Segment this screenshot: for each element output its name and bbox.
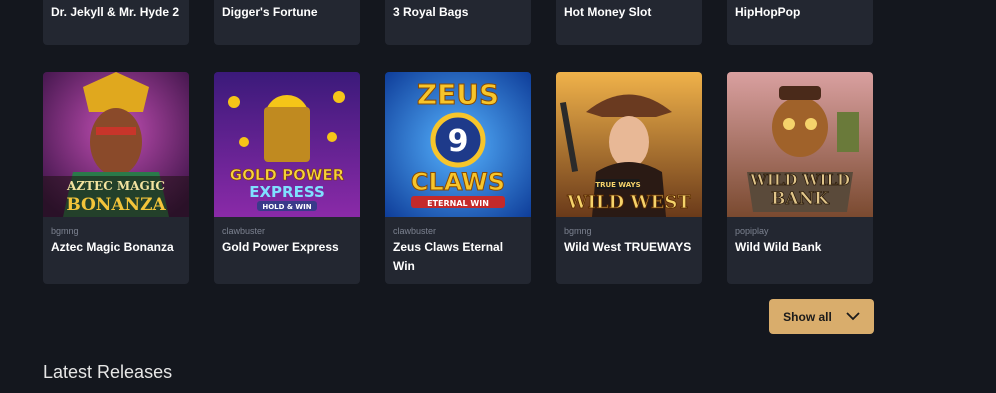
game-title: Gold Power Express bbox=[222, 240, 339, 254]
art-text: ETERNAL WIN bbox=[427, 199, 489, 208]
game-title: Dr. Jekyll & Mr. Hyde 2 bbox=[51, 5, 180, 19]
game-title: Digger's Fortune bbox=[222, 5, 318, 19]
game-card-aztec-magic-bonanza[interactable]: AZTEC MAGIC BONANZA bgmng Aztec Magic Bo… bbox=[43, 72, 189, 284]
provider-label: bgmng bbox=[51, 226, 79, 236]
game-card[interactable]: Dr. Jekyll & Mr. Hyde 2 bbox=[43, 0, 189, 45]
section-title-latest-releases: Latest Releases bbox=[43, 362, 173, 382]
show-all-button[interactable]: Show all bbox=[769, 299, 874, 334]
game-card-zeus-claws-eternal-win[interactable]: ZEUS 9 CLAWS ETERNAL WIN clawbuster Zeus… bbox=[385, 72, 531, 284]
art-text: GOLD POWER bbox=[230, 166, 345, 184]
game-card[interactable]: HipHopPop bbox=[727, 0, 873, 45]
game-title: 3 Royal Bags bbox=[393, 5, 469, 19]
art-text: WILD WILD bbox=[749, 171, 850, 189]
game-thumbnail[interactable]: WILD WILD BANK bbox=[727, 72, 873, 217]
art-text: BANK bbox=[771, 189, 830, 209]
chevron-down-icon bbox=[846, 310, 860, 324]
game-title: Wild West TRUEWAYS bbox=[564, 240, 692, 254]
art-text: 9 bbox=[448, 124, 469, 159]
provider-label: bgmng bbox=[564, 226, 592, 236]
show-all-label: Show all bbox=[783, 309, 832, 324]
game-thumbnail[interactable]: AZTEC MAGIC BONANZA bbox=[43, 72, 189, 217]
game-card[interactable]: Hot Money Slot bbox=[556, 0, 702, 45]
art-text: HOLD & WIN bbox=[262, 203, 311, 211]
game-row-top: Dr. Jekyll & Mr. Hyde 2 Digger's Fortune… bbox=[43, 0, 873, 45]
game-title: Zeus Claws Eternal Win bbox=[393, 240, 504, 273]
game-thumbnail[interactable]: GOLD POWER EXPRESS HOLD & WIN bbox=[214, 72, 360, 217]
art-text: ZEUS bbox=[417, 78, 499, 111]
art-text: EXPRESS bbox=[249, 183, 325, 201]
game-card-wild-west-trueways[interactable]: TRUE WAYS WILD WEST bgmng Wild West TRUE… bbox=[556, 72, 702, 284]
art-text: CLAWS bbox=[411, 168, 505, 196]
art-text: WILD WEST bbox=[566, 192, 691, 213]
art-text: TRUE WAYS bbox=[595, 181, 640, 189]
game-title: Hot Money Slot bbox=[564, 5, 652, 19]
game-thumbnail[interactable]: ZEUS 9 CLAWS ETERNAL WIN bbox=[385, 72, 531, 217]
game-title: Wild Wild Bank bbox=[735, 240, 822, 254]
art-text: BONANZA bbox=[66, 195, 166, 215]
game-thumbnail[interactable]: TRUE WAYS WILD WEST bbox=[556, 72, 702, 217]
provider-label: clawbuster bbox=[222, 226, 266, 236]
game-title: HipHopPop bbox=[735, 5, 801, 19]
game-card-wild-wild-bank[interactable]: WILD WILD BANK popiplay Wild Wild Bank bbox=[727, 72, 873, 284]
game-card-gold-power-express[interactable]: GOLD POWER EXPRESS HOLD & WIN clawbuster… bbox=[214, 72, 360, 284]
game-card[interactable]: Digger's Fortune bbox=[214, 0, 360, 45]
provider-label: popiplay bbox=[735, 226, 769, 236]
provider-label: clawbuster bbox=[393, 226, 437, 236]
game-card[interactable]: 3 Royal Bags bbox=[385, 0, 531, 45]
game-title: Aztec Magic Bonanza bbox=[51, 240, 174, 254]
art-text: AZTEC MAGIC bbox=[66, 179, 165, 193]
game-row: AZTEC MAGIC BONANZA bgmng Aztec Magic Bo… bbox=[43, 72, 873, 284]
